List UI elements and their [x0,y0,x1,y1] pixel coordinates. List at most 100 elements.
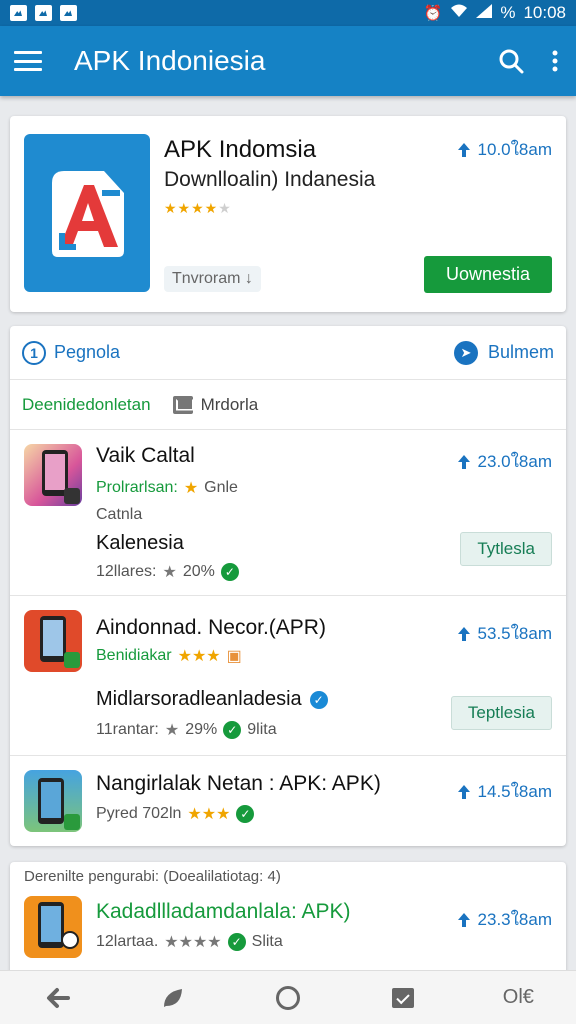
tasks-icon[interactable] [373,971,433,1024]
image-notification-icon [35,5,52,21]
page-title: APK Indoniesia [74,45,266,76]
number-badge-icon: 1 [22,340,46,365]
bottom-app-card[interactable]: Derenilte pengurabi: (Doealilatiotag: 4)… [10,862,566,972]
app-name: Kadadllladamdanlala: APK) [96,900,351,923]
install-button[interactable]: Tytlesla [460,532,552,566]
send-icon: ➤ [453,340,478,365]
list-item[interactable]: Aindonnad. Necor.(APR) Benidiakar ★★★ ▣ … [10,596,566,756]
wifi-icon [450,4,468,22]
tab-popular-label: Pegnola [54,342,121,362]
app-name: Vaik Caltal [96,444,195,467]
downloads-count: 11rantar: [96,721,159,738]
featured-app-card[interactable]: APK Indomsia Downlloalin) Indanesia ★★★★… [10,116,566,312]
filter-mail[interactable]: Mrdorla [172,394,259,415]
size-label: 14.5ใ8am [456,778,552,805]
tabs-row: 1 Pegnola ➤ Bulmem [10,326,566,380]
app-stats: 12llares: ★ 20% ✓ [96,562,239,582]
status-bar: ⏰ % 10:08 [0,0,576,26]
app-tagline: Midlarsoradleanladesia ✓ [96,688,328,711]
downloads-count: Pyred 702ln [96,805,182,822]
briefcase-icon: ▣ [226,648,242,665]
size-value: 23.0ใ8am [477,452,552,471]
verified-icon: ✓ [223,721,242,739]
filter-row: Deenidedonletan Mrdorla [10,380,566,430]
version-chip-label: Tnvroram [172,270,241,287]
tab-popular[interactable]: 1 Pegnola [22,340,121,365]
app-title: APK Indomsia [164,136,317,163]
app-name: Aindonnad. Necor.(APR) [96,616,326,639]
clock: 10:08 [523,3,566,22]
home-icon[interactable] [258,971,318,1024]
signal-icon [476,4,493,22]
search-icon[interactable] [498,48,524,74]
tab-latest-label: Bulmem [487,342,554,362]
verified-icon: ✓ [227,933,246,951]
app-developer: Benidiakar ★★★ ▣ [96,646,242,666]
size-value: 53.5ใ8am [477,624,552,643]
verified-icon: ✓ [309,690,328,709]
install-button[interactable]: Teptlesia [450,696,552,730]
app-bar: APK Indoniesia [0,26,576,96]
upload-icon [457,626,470,641]
notification-icons [10,5,77,21]
rating-percent: 20% [182,563,215,580]
image-notification-icon [10,5,27,21]
filter-recommended[interactable]: Deenidedonletan [22,395,151,415]
verified-icon: ✓ [220,563,239,581]
app-list-card: 1 Pegnola ➤ Bulmem Deenidedonletan Mrdor… [10,326,566,846]
alarm-icon: ⏰ [423,5,443,22]
back-icon[interactable] [28,971,88,1024]
app-subtitle: Downlloalin) Indanesia [164,168,376,191]
upload-icon [457,784,470,799]
tab-latest[interactable]: ➤ Bulmem [453,340,554,365]
phone-app-icon [24,444,82,506]
more-vert-icon[interactable] [552,50,558,72]
list-item[interactable]: Nangirlalak Netan : APK: APK) Pyred 702l… [10,756,566,846]
rating-stars: ★★★ [177,648,221,665]
upload-icon [457,142,470,157]
menu-icon[interactable] [14,51,42,71]
size-label: 53.5ใ8am [456,620,552,647]
size-label: 23.3ใ8am [456,906,552,933]
size-label: 23.0ใ8am [456,448,552,475]
leaf-icon[interactable] [143,971,203,1024]
app-stats: 11rantar: ★ 29% ✓ 9lita [96,720,277,740]
star-icon: ★ [162,564,177,581]
downloads-count: 12lartaa. [96,933,159,950]
downloads-count: 12llares: [96,563,157,580]
section-caption: Derenilte pengurabi: (Doealilatiotag: 4) [24,868,281,885]
size-value: 14.5ใ8am [477,782,552,801]
upload-icon [457,912,470,927]
rating-percent: 29% [185,721,218,738]
developer-name: Gnle [204,479,238,496]
version-chip[interactable]: Tnvroram ↓ [164,266,261,292]
app-region: Kalenesia [96,532,184,554]
list-item[interactable]: Vaik Caltal Prolrarlsan: ★ Gnle Catnla K… [10,430,566,596]
phone-app-icon [24,896,82,958]
app-category: Catnla [96,506,143,523]
battery-indicator: % [500,3,516,22]
app-logo [24,134,150,292]
app-extra: 9lita [247,721,277,738]
size-value: 23.3ใ8am [477,910,552,929]
app-developer: Prolrarlsan: ★ Gnle [96,478,238,498]
phone-app-icon [24,770,82,832]
star-icon: ★ [183,480,199,497]
phone-app-icon [24,610,82,672]
filter-mail-label: Mrdorla [200,394,259,414]
download-button[interactable]: Uownestia [424,256,552,293]
app-tagline-text: Midlarsoradleanladesia [96,688,302,710]
app-stats: 12lartaa. ★★★★ ✓ Slita [96,932,283,952]
mail-icon [172,395,193,414]
rating-stars: ★★★★ [164,934,222,951]
app-name: Nangirlalak Netan : APK: APK) [96,772,381,795]
app-stats: Pyred 702ln ★★★ ✓ [96,804,255,824]
nav-right-label[interactable]: Ol€ [488,971,548,1024]
developer-label: Benidiakar [96,647,172,664]
verified-icon: ✓ [236,805,255,823]
size-label: 10.0ใ8am [456,136,552,163]
upload-icon [457,454,470,469]
system-nav-bar: Ol€ [0,970,576,1024]
check-notification-icon [60,5,77,21]
star-icon: ★ [164,722,180,739]
